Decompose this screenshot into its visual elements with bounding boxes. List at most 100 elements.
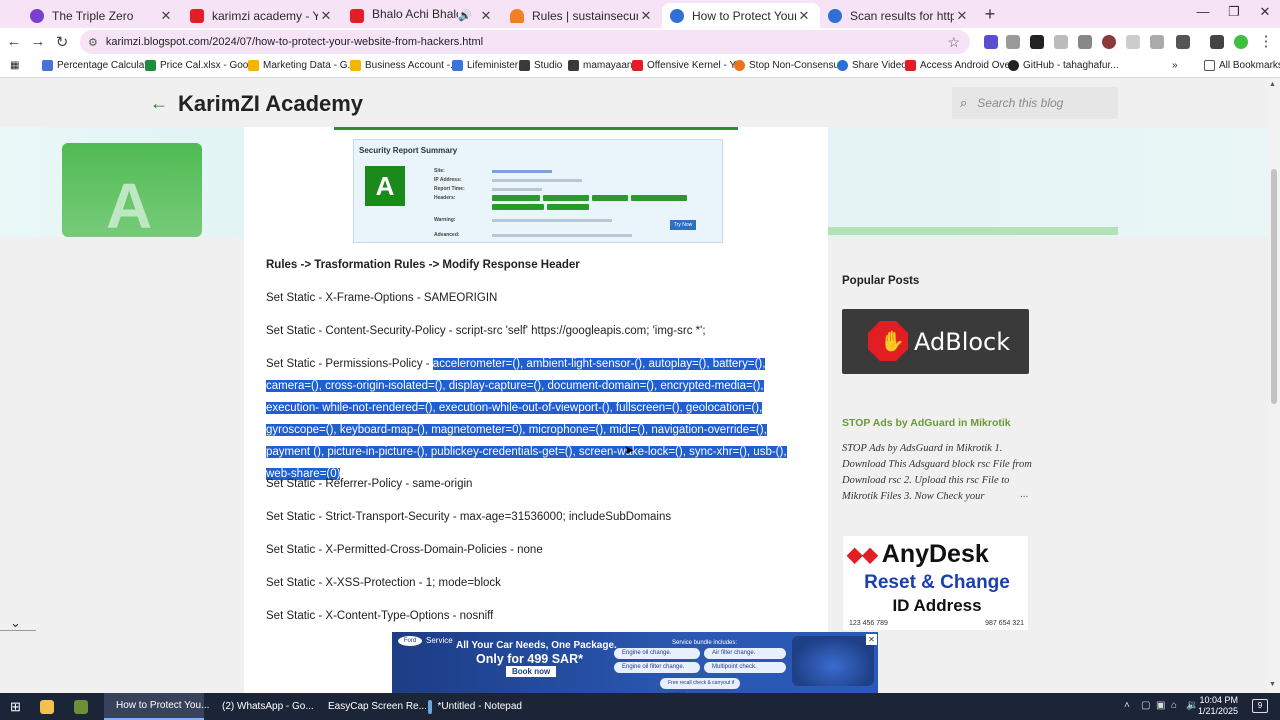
reload-icon[interactable]: ↻ xyxy=(52,33,72,51)
extension-icon[interactable] xyxy=(1150,35,1164,49)
extension-icon[interactable] xyxy=(1078,35,1092,49)
web-page: A ← KarimZI Academy ⌕ Search this blog S… xyxy=(0,79,1280,693)
profile-avatar[interactable] xyxy=(1234,35,1248,49)
minimize-button[interactable]: — xyxy=(1188,4,1218,19)
bookmark-star-icon[interactable]: ☆ xyxy=(947,34,960,51)
taskbar-item-notepad[interactable]: *Untitled - Notepad xyxy=(422,693,522,720)
bookmark-item[interactable]: Price Cal.xlsx - Goo... xyxy=(145,60,257,71)
file-explorer-icon[interactable] xyxy=(40,693,60,720)
extension-icon[interactable] xyxy=(984,35,998,49)
sheets-icon xyxy=(145,60,156,71)
rule-strict-transport-security: Set Static - Strict-Transport-Security -… xyxy=(266,511,672,523)
reading-list-icon[interactable] xyxy=(1210,35,1224,49)
close-icon[interactable]: ✕ xyxy=(158,8,174,24)
speaker-icon[interactable]: 🔊 xyxy=(458,9,472,22)
post-body: Security Report Summary A Site: IP Addre… xyxy=(244,127,828,693)
bookmark-item[interactable]: mamayaan xyxy=(568,60,632,71)
search-input[interactable]: ⌕ Search this blog xyxy=(952,87,1118,119)
tab-youtube[interactable]: karimzi academy - YouTube ✕ xyxy=(182,3,342,28)
permissions-policy-prefix: Set Static - Permissions-Policy - xyxy=(266,358,433,370)
bookmark-item[interactable]: Studio xyxy=(519,60,562,71)
tab-the-triple-zero[interactable]: The Triple Zero ✕ xyxy=(22,3,182,28)
rule-permissions-policy: Set Static - Permissions-Policy - accele… xyxy=(266,353,806,485)
tab-bhalo-achi[interactable]: Bhalo Achi Bhalo Theko | ত 🔊 ✕ xyxy=(342,3,502,28)
close-icon[interactable]: ✕ xyxy=(478,8,494,24)
tab-how-to-protect[interactable]: How to Protect Your Website fr ✕ xyxy=(662,3,820,28)
tab-sustainsecure[interactable]: Rules | sustainsecure.com | Ma ✕ xyxy=(502,3,662,28)
meta-icon xyxy=(519,60,530,71)
scrollbar-thumb[interactable] xyxy=(1271,169,1277,404)
anydesk-thumbnail[interactable]: ◆◆ AnyDesk Reset & Change ID Address 123 … xyxy=(842,535,1029,631)
meta-icon xyxy=(452,60,463,71)
chevron-down-icon[interactable]: ⌄ xyxy=(10,615,21,631)
popular-post-link[interactable]: STOP Ads by AdGuard in Mikrotik xyxy=(842,417,1011,429)
bookmark-item[interactable]: Marketing Data - G... xyxy=(248,60,356,71)
close-window-button[interactable]: ✕ xyxy=(1250,4,1280,20)
tray-app-icon[interactable]: ▣ xyxy=(1156,700,1165,711)
back-arrow-icon[interactable]: ← xyxy=(150,93,168,114)
close-icon[interactable]: ✕ xyxy=(318,8,334,24)
extension-icon[interactable] xyxy=(1030,35,1044,49)
bookmark-item[interactable]: Access Android Ove... xyxy=(905,60,1018,71)
ad-banner[interactable]: Ford Service All Your Car Needs, One Pac… xyxy=(392,632,878,693)
tab-label: Scan results for https://holisticl xyxy=(850,8,954,23)
drive-icon xyxy=(248,60,259,71)
volume-icon[interactable]: 🔉 xyxy=(1186,700,1198,711)
forward-icon[interactable]: → xyxy=(28,33,48,50)
extension-icon[interactable] xyxy=(1006,35,1020,49)
page-scrollbar[interactable]: ▲ ▼ xyxy=(1268,79,1280,693)
taskbar-label: (2) WhatsApp - Go... xyxy=(222,701,314,712)
tray-app-icon[interactable]: ▢ xyxy=(1141,700,1150,711)
scroll-down-icon[interactable]: ▼ xyxy=(1269,681,1276,688)
extension-icon[interactable] xyxy=(1054,35,1068,49)
menu-icon[interactable]: ⋮ xyxy=(1256,32,1276,50)
new-tab-button[interactable]: + xyxy=(980,4,1000,25)
all-bookmarks-folder[interactable]: All Bookmarks xyxy=(1204,60,1280,71)
scroll-up-icon[interactable]: ▲ xyxy=(1269,81,1276,88)
restore-button[interactable]: ❐ xyxy=(1219,4,1249,20)
bookmark-label: Studio xyxy=(534,60,563,71)
apps-grid-icon[interactable]: ▦ xyxy=(10,60,19,71)
bookmark-item[interactable]: Stop Non-Consensu... xyxy=(734,60,847,71)
adblock-thumbnail[interactable]: ✋ AdBlock xyxy=(842,309,1029,374)
taskbar-item-whatsapp[interactable]: (2) WhatsApp - Go... xyxy=(210,693,314,720)
windows-taskbar: ⊞ How to Protect You... (2) WhatsApp - G… xyxy=(0,693,1280,720)
anydesk-line2: Reset & Change xyxy=(864,572,1010,593)
close-icon[interactable]: ✕ xyxy=(796,8,812,24)
taskbar-item-easycap[interactable]: EasyCap Screen Re... xyxy=(316,693,427,720)
chevron-up-icon[interactable]: ˄ xyxy=(1124,700,1130,711)
ad-close-icon[interactable]: ✕ xyxy=(866,634,877,645)
address-bar[interactable]: ⚙ karimzi.blogspot.com/2024/07/how-to-pr… xyxy=(80,30,970,54)
system-clock[interactable]: 10:04 PM 1/21/2025 xyxy=(1198,695,1238,717)
close-icon[interactable]: ✕ xyxy=(638,8,654,24)
taskbar-item-chrome[interactable]: How to Protect You... xyxy=(104,693,209,720)
network-icon[interactable]: ⌂ xyxy=(1171,700,1177,711)
bookmark-item[interactable]: Percentage Calculat... xyxy=(42,60,155,71)
browser-toolbar: ← → ↻ ⚙ karimzi.blogspot.com/2024/07/how… xyxy=(0,28,1280,56)
clock-time: 10:04 PM xyxy=(1199,695,1239,705)
bookmark-item[interactable]: Lifeminister xyxy=(452,60,518,71)
youtube-icon xyxy=(190,8,204,23)
bookmark-item[interactable]: Business Account -... xyxy=(350,60,458,71)
read-more-ellipsis[interactable]: ... xyxy=(1020,489,1028,500)
bookmark-item[interactable]: Share Video xyxy=(837,60,907,71)
tab-favicon-icon xyxy=(670,8,684,23)
pinned-app-icon[interactable] xyxy=(74,693,94,720)
ad-book-now-button[interactable]: Book now xyxy=(506,666,557,677)
notification-badge[interactable]: 9 xyxy=(1252,699,1268,713)
extension-icon[interactable] xyxy=(1126,35,1140,49)
blog-title[interactable]: KarimZI Academy xyxy=(178,91,363,117)
windows-start-icon[interactable]: ⊞ xyxy=(10,693,21,720)
ad-service-label: Service xyxy=(426,636,453,645)
more-bookmarks-icon[interactable]: » xyxy=(1172,60,1178,71)
tab-scan-results[interactable]: Scan results for https://holisticl ✕ xyxy=(820,3,978,28)
close-icon[interactable]: ✕ xyxy=(954,8,970,24)
site-info-icon[interactable]: ⚙ xyxy=(88,36,98,49)
security-report-image: Security Report Summary A Site: IP Addre… xyxy=(353,139,723,243)
extension-icon[interactable] xyxy=(1102,35,1116,49)
bookmark-item[interactable]: Offensive Kernel - Y... xyxy=(632,60,743,71)
extensions-puzzle-icon[interactable] xyxy=(1176,35,1190,49)
selected-text[interactable]: accelerometer=(), ambient-light-sensor-(… xyxy=(266,358,787,480)
bookmark-item[interactable]: GitHub - tahaghafur... xyxy=(1008,60,1119,71)
back-icon[interactable]: ← xyxy=(4,33,24,50)
